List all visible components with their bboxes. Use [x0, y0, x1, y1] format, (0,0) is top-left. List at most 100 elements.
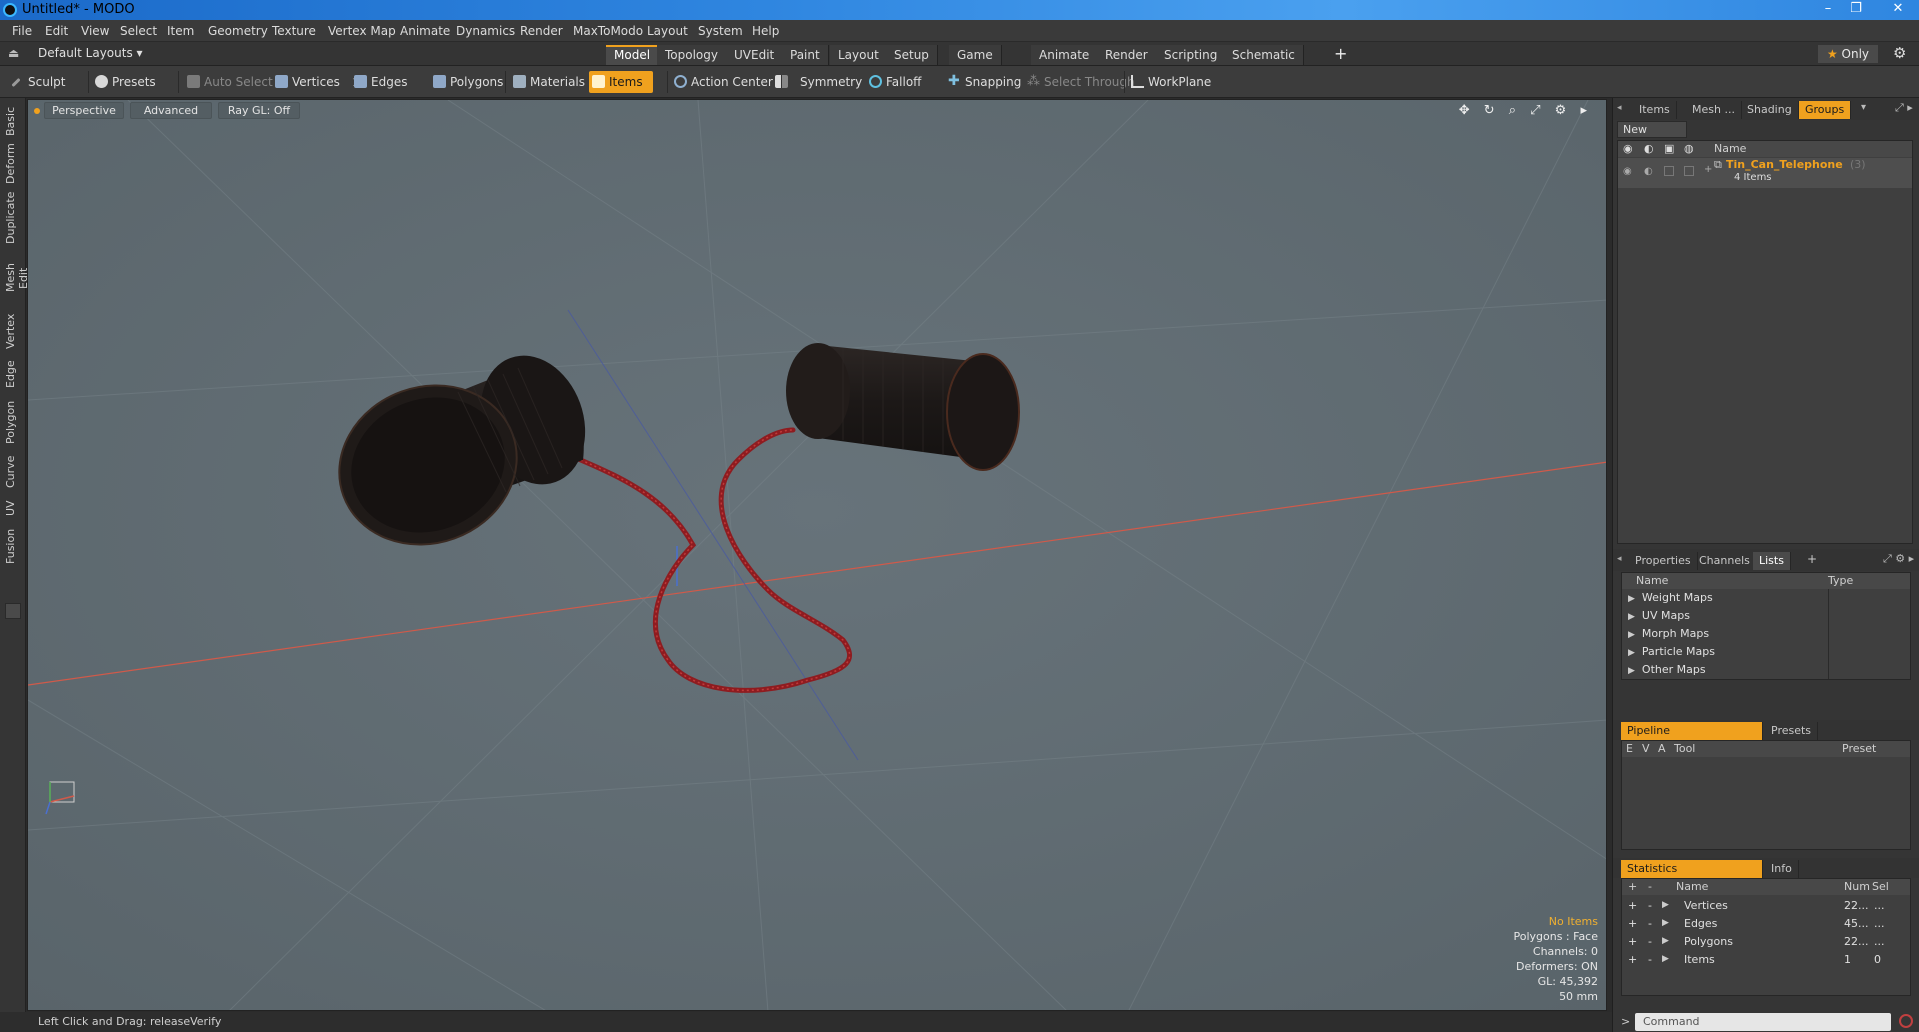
tab-info[interactable]: Info — [1765, 860, 1799, 878]
list-item-uv-maps[interactable]: ▶ UV Maps — [1628, 609, 1690, 622]
tab-channels[interactable]: Channels — [1693, 552, 1757, 570]
shading-mode-dropdown[interactable]: Advanced — [130, 102, 212, 119]
menu-view[interactable]: View — [81, 24, 109, 38]
menu-geometry[interactable]: Geometry — [208, 24, 268, 38]
row-add-icon[interactable]: + — [1628, 935, 1637, 948]
tab-uvedit[interactable]: UVEdit — [726, 45, 784, 65]
snapping-button[interactable]: ✚ Snapping — [945, 71, 1021, 93]
expand-arrow-icon[interactable]: ▶ — [1628, 666, 1635, 676]
group-visibility-icon[interactable]: ◉ — [1623, 166, 1632, 177]
group-render-icon[interactable]: ◐ — [1644, 166, 1653, 177]
workplane-button[interactable]: WorkPlane — [1128, 71, 1211, 93]
expand-arrow-icon[interactable]: ▶ — [1628, 612, 1635, 622]
menu-render[interactable]: Render — [520, 24, 563, 38]
presets-button[interactable]: Presets F6 — [92, 71, 172, 111]
row-expand-icon[interactable]: ▶ — [1662, 954, 1669, 964]
vtab-vertex[interactable]: Vertex — [4, 312, 22, 350]
menu-texture[interactable]: Texture — [272, 24, 316, 38]
sculpt-button[interactable]: Sculpt — [8, 71, 92, 93]
tab-schematic-fusion[interactable]: Schematic Fusion — [1224, 45, 1304, 82]
panel-collapse-icon[interactable]: ◂ — [1617, 103, 1622, 113]
select-through-button[interactable]: ⁂ Select Through — [1024, 71, 1135, 93]
stats-remove-icon[interactable]: - — [1648, 879, 1652, 895]
menu-help[interactable]: Help — [752, 24, 779, 38]
new-group-button[interactable]: New Group — [1617, 121, 1687, 151]
row-add-icon[interactable]: + — [1628, 917, 1637, 930]
expand-icon[interactable]: ⤢ ▸ — [1895, 101, 1913, 115]
gear-icon[interactable]: ⚙ — [1893, 44, 1906, 62]
command-input[interactable]: Command — [1635, 1013, 1891, 1031]
list-item-particle-maps[interactable]: ▶ Particle Maps — [1628, 645, 1715, 658]
stats-row[interactable]: + - ▶ Vertices 22... ... — [1622, 897, 1910, 915]
tab-model[interactable]: Model — [606, 45, 660, 65]
vtab-curve[interactable]: Curve — [4, 454, 22, 490]
vtab-mesh-edit[interactable]: Mesh Edit — [4, 252, 30, 304]
palette-toggle-button[interactable] — [5, 603, 21, 619]
row-remove-icon[interactable]: - — [1648, 953, 1652, 966]
tab-shading[interactable]: Shading — [1741, 101, 1799, 119]
row-add-icon[interactable]: + — [1628, 899, 1637, 912]
auto-select-button[interactable]: Auto Select — [184, 71, 273, 93]
viewport-nav-icons[interactable]: ✥ ↻ ⌕ ⤢ ⚙ ▸ — [1459, 103, 1592, 118]
tab-animate[interactable]: Animate — [1031, 45, 1099, 65]
expand-arrow-icon[interactable]: ▶ — [1628, 648, 1635, 658]
tab-statistics[interactable]: Statistics — [1621, 860, 1763, 878]
list-item-other-maps[interactable]: ▶ Other Maps — [1628, 663, 1706, 676]
tab-presets[interactable]: Presets — [1765, 722, 1819, 740]
row-remove-icon[interactable]: - — [1648, 899, 1652, 912]
tab-game-tools[interactable]: Game Tools — [949, 45, 1002, 82]
group-lock-checkbox[interactable] — [1664, 166, 1674, 176]
tab-properties[interactable]: Properties — [1629, 552, 1698, 570]
view-type-dropdown[interactable]: Perspective — [44, 102, 124, 119]
group-name[interactable]: Tin_Can_Telephone — [1726, 158, 1843, 171]
tab-lists[interactable]: Lists — [1753, 552, 1791, 570]
row-remove-icon[interactable]: - — [1648, 935, 1652, 948]
vtab-edge[interactable]: Edge — [4, 358, 22, 390]
maximize-button[interactable]: ❐ — [1843, 0, 1869, 20]
tab-layout[interactable]: Layout — [830, 45, 888, 65]
menu-dynamics[interactable]: Dynamics — [456, 24, 515, 38]
items-mode-button[interactable]: Items — [589, 71, 653, 93]
raygl-toggle[interactable]: Ray GL: Off — [218, 102, 300, 119]
list-item-weight-maps[interactable]: ▶ Weight Maps — [1628, 591, 1713, 604]
vertex-map-list[interactable]: Name Type ▶ Weight Maps ▶ UV Maps ▶ Morp… — [1621, 572, 1911, 680]
groups-list[interactable]: ◉ ◐ ▣ ◍ Name ◉ ◐ + ⧉ Tin_Can_Telephone (… — [1617, 140, 1913, 544]
row-expand-icon[interactable]: ▶ — [1662, 936, 1669, 946]
add-tab-button[interactable]: + — [1334, 44, 1347, 63]
row-expand-icon[interactable]: ▶ — [1662, 900, 1669, 910]
only-toggle-button[interactable]: ★ Only — [1818, 45, 1878, 63]
pipeline-list[interactable]: E V A Tool Preset — [1621, 740, 1911, 850]
properties-collapse-icon[interactable]: ◂ — [1617, 554, 1622, 564]
group-select-checkbox[interactable] — [1684, 166, 1694, 176]
group-expand-icon[interactable]: + — [1704, 164, 1712, 175]
menu-layout[interactable]: Layout — [647, 24, 688, 38]
menu-select[interactable]: Select — [120, 24, 157, 38]
tab-topology[interactable]: Topology — [657, 45, 727, 65]
tab-items[interactable]: Items — [1633, 101, 1677, 119]
expand-arrow-icon[interactable]: ▶ — [1628, 630, 1635, 640]
menu-maxtomodo[interactable]: MaxToModo — [573, 24, 643, 38]
menu-system[interactable]: System — [698, 24, 743, 38]
statistics-list[interactable]: + - Name Num Sel + - ▶ Vertices 22... ..… — [1621, 878, 1911, 996]
tab-pipeline[interactable]: Pipeline — [1621, 722, 1763, 740]
vtab-deform[interactable]: Deform — [4, 143, 22, 184]
vtab-uv[interactable]: UV — [4, 498, 22, 518]
vtab-fusion[interactable]: Fusion — [4, 526, 22, 566]
lists-expand-icon[interactable]: ⤢ ⚙ ▸ — [1883, 552, 1914, 566]
stats-row[interactable]: + - ▶ Polygons 22... ... — [1622, 933, 1910, 951]
menu-vertex-map[interactable]: Vertex Map — [328, 24, 396, 38]
materials-mode-button[interactable]: Materials — [510, 71, 585, 93]
list-item-morph-maps[interactable]: ▶ Morph Maps — [1628, 627, 1709, 640]
edges-mode-button[interactable]: Edges 2 — [351, 71, 440, 93]
vtab-polygon[interactable]: Polygon — [4, 398, 22, 446]
layout-toggle-icon[interactable]: ⏏ — [8, 46, 19, 60]
row-expand-icon[interactable]: ▶ — [1662, 918, 1669, 928]
vertices-mode-button[interactable]: Vertices 1 — [272, 71, 359, 93]
menu-animate[interactable]: Animate — [400, 24, 450, 38]
close-button[interactable]: ✕ — [1880, 0, 1916, 20]
layout-dropdown[interactable]: Default Layouts ▾ — [38, 46, 143, 60]
row-remove-icon[interactable]: - — [1648, 917, 1652, 930]
vtab-basic[interactable]: Basic — [4, 104, 22, 138]
tab-render[interactable]: Render — [1097, 45, 1157, 65]
viewport-options-dot[interactable] — [34, 108, 40, 114]
